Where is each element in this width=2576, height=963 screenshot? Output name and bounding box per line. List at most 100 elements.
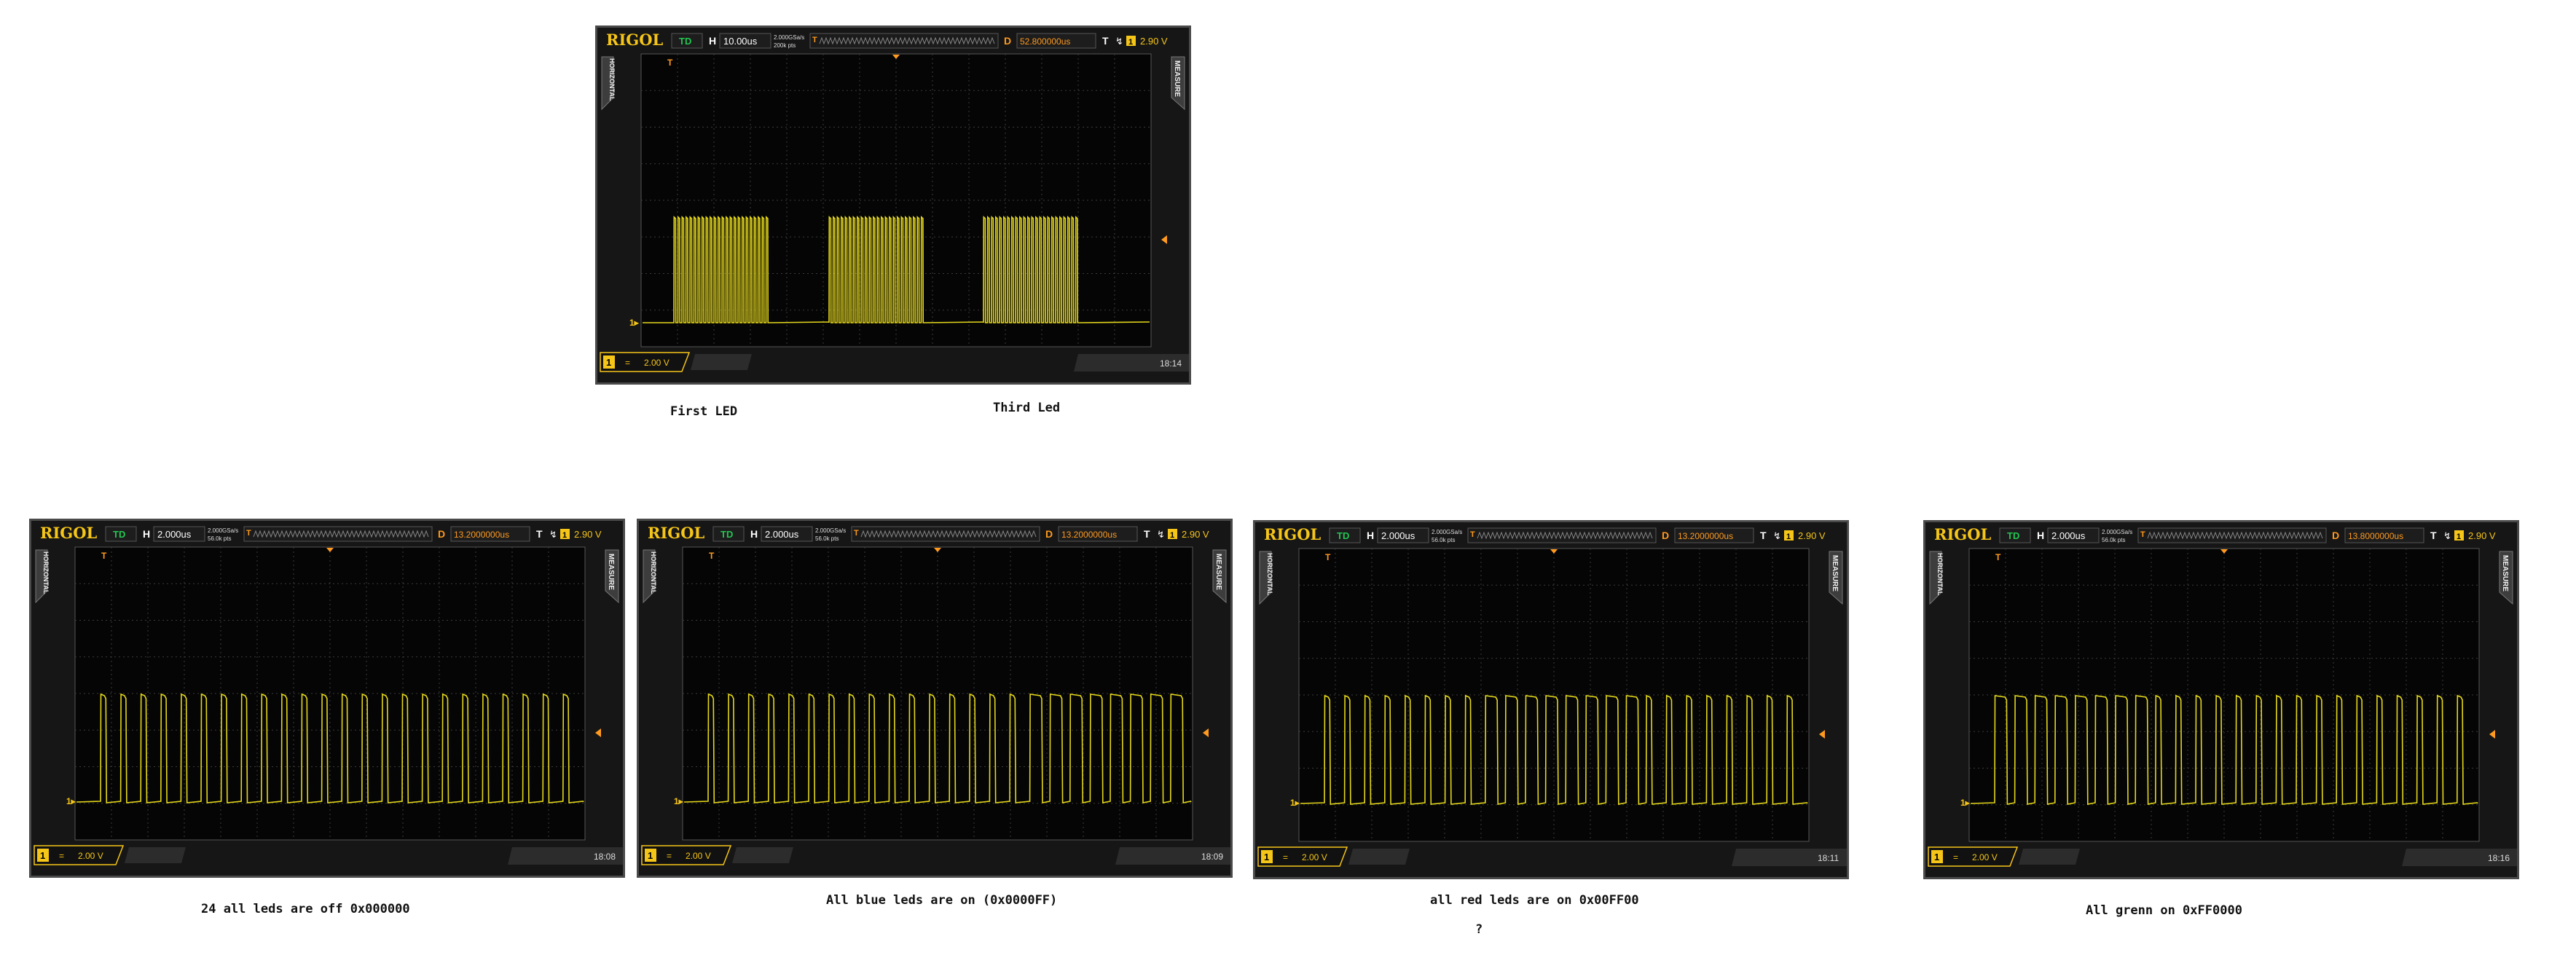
caption-question: ? [1475, 922, 1483, 937]
measure-tab-label: MEASURE [1173, 60, 1181, 97]
horizontal-tab-label: HORIZONTAL [608, 58, 616, 101]
brand-logo: RIGOL [1264, 525, 1322, 543]
channel1-scale: 2.00 V [686, 851, 711, 861]
trigger-position-marker: T [854, 529, 859, 538]
horizontal-tab-label: HORIZONTAL [42, 551, 50, 594]
horizontal-tab-label: HORIZONTAL [650, 551, 657, 594]
trigger-marker-icon: T [101, 551, 107, 561]
channel1-coupling: = [59, 851, 64, 861]
trigger-level: 2.90 V [2468, 530, 2496, 541]
channel1-coupling: = [625, 358, 630, 368]
delay-value: 13.8000000us [2348, 531, 2403, 541]
channel2-info-box [1348, 849, 1410, 865]
horizontal-label: H [709, 35, 716, 47]
trigger-position-marker: T [2140, 530, 2145, 539]
measure-tab-label: MEASURE [2501, 555, 2509, 591]
horizontal-label: H [1367, 530, 1374, 541]
delay-label: D [2332, 530, 2339, 541]
channel1-ground-marker: 1▸ [1290, 798, 1300, 808]
caption-first-led: First LED [670, 404, 738, 419]
clock-time: 18:08 [594, 852, 616, 862]
sample-rate: 2.000GSa/s [774, 34, 804, 41]
memory-depth: 200k pts [774, 42, 796, 49]
clock-time: 18:11 [1818, 853, 1839, 863]
channel1-scale: 2.00 V [1972, 852, 1998, 862]
channel1-scale: 2.00 V [644, 358, 669, 368]
channel1-coupling: = [1953, 852, 1958, 862]
run-status-td: TD [679, 36, 691, 47]
trigger-edge-icon: ↯ [549, 529, 557, 540]
horizontal-tab-label: HORIZONTAL [1936, 553, 1944, 596]
trigger-label: T [536, 528, 543, 540]
caption-all-blue: All blue leds are on (0x0000FF) [826, 893, 1058, 908]
caption-all-red: all red leds are on 0x00FF00 [1430, 893, 1639, 908]
clock-time: 18:09 [1201, 852, 1223, 862]
delay-value: 13.2000000us [1678, 531, 1733, 541]
brand-logo: RIGOL [648, 524, 705, 542]
horizontal-label: H [143, 528, 150, 540]
sample-rate: 2.000GSa/s [208, 527, 238, 534]
trigger-edge-icon: ↯ [1115, 36, 1123, 47]
timebase-value: 2.000us [765, 529, 799, 540]
scope-display: RIGOL TD H 2.000us 2.000GSa/s56.0k ptsT D 13.2… [31, 521, 623, 876]
horizontal-tab-label: HORIZONTAL [1266, 553, 1273, 596]
channel1-badge-label: 1 [606, 357, 611, 368]
run-status-td: TD [113, 529, 125, 540]
trigger-marker-icon: T [667, 58, 673, 68]
caption-all-green: All grenn on 0xFF0000 [2086, 903, 2242, 918]
brand-logo: RIGOL [1934, 525, 1992, 543]
trigger-label: T [1760, 530, 1767, 541]
delay-label: D [1662, 530, 1669, 541]
caption-third-led: Third Led [993, 401, 1061, 415]
measure-tab-label: MEASURE [1831, 555, 1839, 591]
scope-display: RIGOL TD H 10.00us 2.000GSa/s200k ptsT D 52.80… [597, 28, 1189, 382]
memory-depth: 56.0k pts [208, 535, 231, 542]
trigger-position-marker: T [1470, 530, 1475, 539]
channel1-badge-label: 1 [40, 850, 45, 861]
trigger-edge-icon: ↯ [1157, 529, 1165, 540]
measure-tab-label: MEASURE [607, 554, 615, 590]
oscilloscope-screenshot-all-green: RIGOL TD H 2.000us 2.000GSa/s 56.0k pts T D 13.8… [1923, 520, 2519, 879]
trigger-position-marker: T [246, 529, 251, 538]
trigger-edge-icon: ↯ [2443, 530, 2451, 541]
top-bar: RIGOL TD H 10.00us 2.000GSa/s200k ptsT D 52.80… [606, 31, 1168, 49]
top-bar: RIGOL TD H 2.000us 2.000GSa/s56.0k ptsT D 13.8… [1934, 525, 2496, 543]
memory-depth: 56.0k pts [2102, 537, 2125, 543]
channel1-badge-label: 1 [1264, 852, 1269, 862]
channel1-badge-label: 1 [1934, 852, 1939, 862]
trigger-label: T [1102, 35, 1109, 47]
trigger-level: 2.90 V [574, 529, 602, 540]
channel2-info-box [732, 847, 793, 863]
channel2-info-box [125, 847, 186, 863]
trigger-source-label: 1 [1128, 38, 1133, 47]
horizontal-label: H [750, 528, 758, 540]
sample-rate: 2.000GSa/s [815, 527, 846, 534]
trigger-label: T [1144, 528, 1150, 540]
top-bar: RIGOL TD H 2.000us 2.000GSa/s56.0k ptsT D 13.2… [40, 524, 602, 542]
scope-display: RIGOL TD H 2.000us 2.000GSa/s56.0k ptsT D 13.8… [1925, 522, 2517, 877]
oscilloscope-screenshot-first-third-led: RIGOL TD H 10.00us 2.000GSa/s 200k pts T D 52.80… [595, 25, 1191, 385]
trigger-source-label: 1 [1170, 531, 1174, 540]
run-status-td: TD [720, 529, 733, 540]
trigger-level: 2.90 V [1140, 36, 1168, 47]
memory-depth: 56.0k pts [1432, 537, 1455, 543]
channel1-scale: 2.00 V [78, 851, 103, 861]
trigger-edge-icon: ↯ [1773, 530, 1781, 541]
caption-all-off: 24 all leds are off 0x000000 [201, 902, 410, 916]
memory-depth: 56.0k pts [815, 535, 839, 542]
delay-label: D [1045, 528, 1053, 540]
delay-value: 13.2000000us [1061, 530, 1117, 540]
channel2-info-box [691, 354, 752, 370]
timebase-value: 2.000us [2051, 530, 2086, 541]
trigger-source-label: 1 [2457, 532, 2461, 541]
trigger-source-label: 1 [1786, 532, 1791, 541]
channel1-coupling: = [1283, 852, 1288, 862]
timebase-value: 2.000us [1381, 530, 1415, 541]
trigger-position-marker: T [812, 36, 817, 44]
delay-value: 52.800000us [1020, 36, 1070, 47]
sample-rate: 2.000GSa/s [2102, 529, 2132, 535]
top-bar: RIGOL TD H 2.000us 2.000GSa/s56.0k ptsT D 13.2… [1264, 525, 1826, 543]
delay-label: D [438, 528, 445, 540]
clock-time: 18:14 [1160, 358, 1182, 369]
channel1-scale: 2.00 V [1302, 852, 1327, 862]
